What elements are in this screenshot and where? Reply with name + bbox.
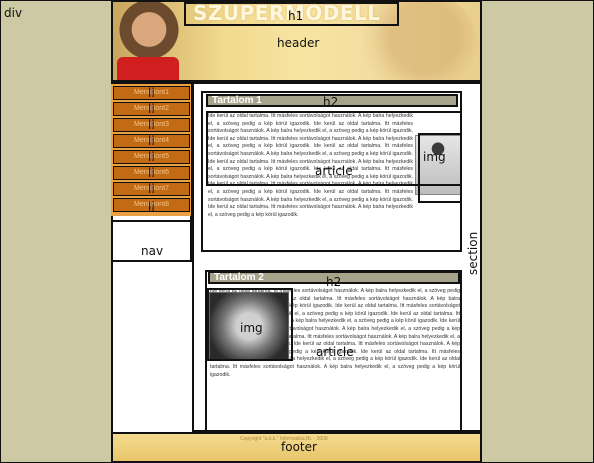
h1-label: h1 (288, 9, 304, 23)
li-label-5: li (148, 150, 155, 164)
nav-label: nav (141, 244, 164, 258)
img-label-2: img (240, 321, 263, 335)
img-1-outline (418, 133, 462, 203)
header-label: header (277, 36, 320, 50)
model-red-top (117, 57, 179, 80)
h2-label-2: h2 (326, 275, 342, 289)
section-label: section (466, 231, 480, 275)
li-label-3: li (148, 118, 155, 132)
img-label-1: img (423, 150, 446, 164)
site-title: SZUPERMODELL (193, 1, 381, 25)
div-label: div (4, 6, 23, 20)
article-label-2: article (316, 345, 354, 359)
article-label-1: article (315, 164, 353, 178)
li-label-6: li (148, 166, 155, 180)
li-label-1: li (148, 86, 155, 100)
li-label-2: li (148, 102, 155, 116)
li-label-8: li (148, 200, 155, 214)
footer-label: footer (281, 440, 317, 454)
h2-label-1: h2 (323, 95, 339, 109)
li-label-7: li (148, 182, 155, 196)
li-label-4: li (148, 134, 155, 148)
